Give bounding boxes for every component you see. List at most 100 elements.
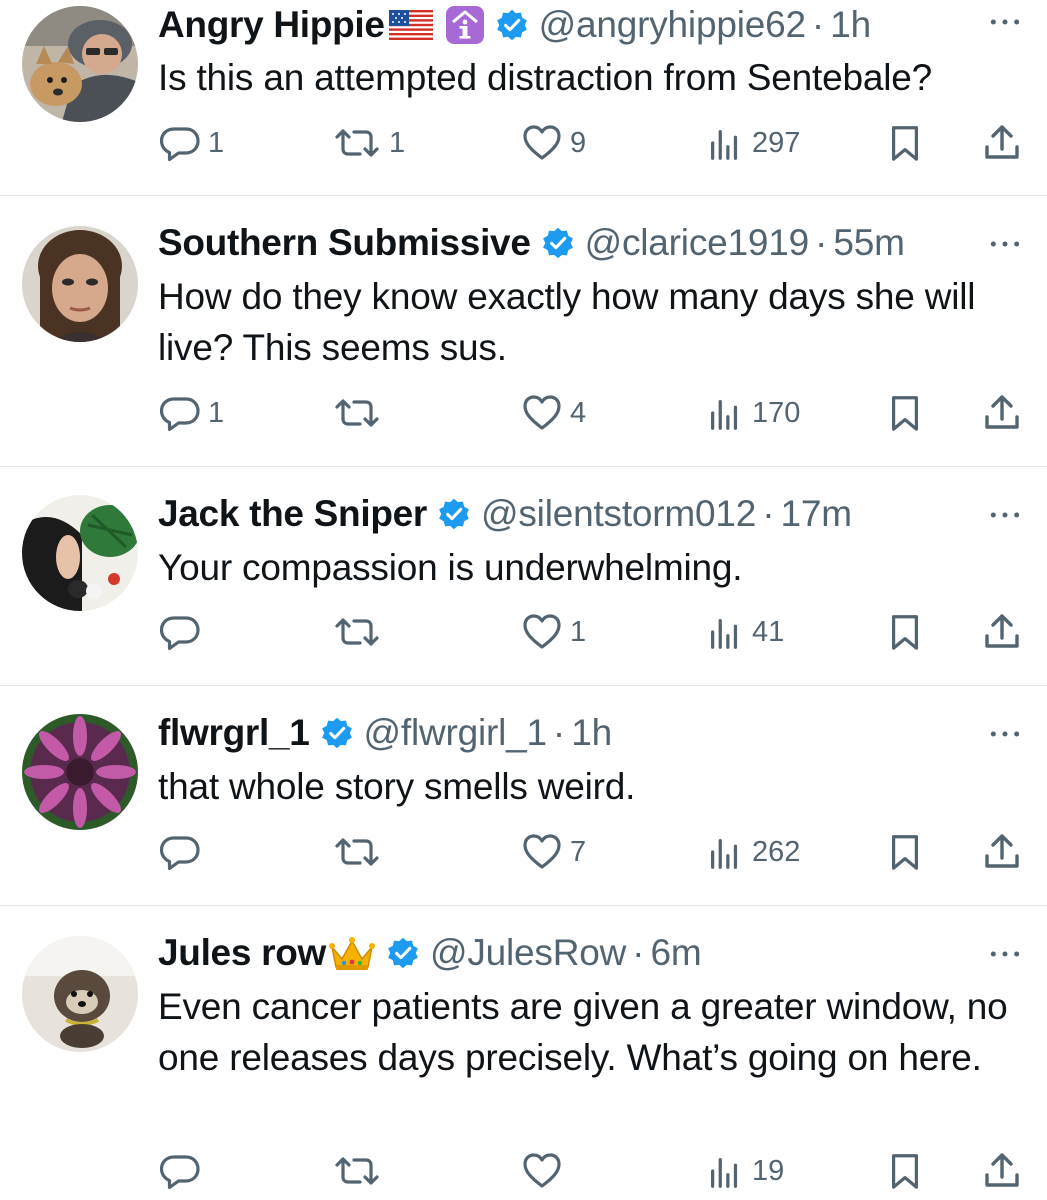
bookmark-icon [886,123,924,163]
views-icon [706,1151,744,1191]
bookmark-icon [886,393,924,433]
handle[interactable]: @clarice1919 [585,218,810,268]
heart-icon [522,612,562,652]
handle[interactable]: @silentstorm012 [481,489,756,539]
like-button[interactable]: 7 [522,827,586,877]
reply-count: 1 [208,126,225,159]
tweet[interactable]: Jules row @JulesRow · 6m Even cancer pat… [0,906,1047,1200]
retweet-button[interactable]: 1 [333,118,405,168]
views-icon [706,612,744,652]
avatar[interactable] [22,6,138,122]
views-button[interactable]: 19 [706,1146,784,1196]
views-icon [706,393,744,433]
like-button[interactable]: 1 [522,607,586,657]
views-button[interactable]: 41 [706,607,784,657]
view-count: 170 [752,396,801,429]
retweet-count: 1 [389,126,406,159]
tweet[interactable]: Jack the Sniper @silentstorm012 · 17m Yo… [0,467,1047,685]
bookmark-button[interactable] [886,118,924,168]
display-name[interactable]: Angry Hippie [158,0,385,50]
bookmark-button[interactable] [886,607,924,657]
tweet-text: Is this an attempted distraction from Se… [158,57,932,98]
share-button[interactable] [982,607,1022,657]
heart-icon [522,393,562,433]
separator: · [811,4,825,45]
like-button[interactable] [522,1146,570,1196]
timestamp[interactable]: 1h [571,708,612,758]
like-button[interactable]: 9 [522,118,586,168]
handle[interactable]: @angryhippie62 [539,0,806,50]
tweet-actions: 19 [0,1146,1047,1196]
avatar[interactable] [22,936,138,1052]
bookmark-button[interactable] [886,827,924,877]
tweet-header: Angry Hippie @angryhippie62 · 1h [158,0,871,50]
tweet[interactable]: Angry Hippie @angryhippie62 · 1h Is this… [0,0,1047,195]
share-button[interactable] [982,388,1022,438]
display-name[interactable]: Jules row [158,928,326,978]
tweet-text: Even cancer patients are given a greater… [158,986,1008,1078]
share-button[interactable] [982,1146,1022,1196]
retweet-icon [333,1151,381,1191]
views-icon [706,123,744,163]
tweet[interactable]: flwrgrl_1 @flwrgirl_1 · 1h that whole st… [0,686,1047,905]
reply-button[interactable] [160,827,208,877]
separator: · [552,712,566,753]
handle[interactable]: @JulesRow [430,928,626,978]
share-button[interactable] [982,118,1022,168]
display-name[interactable]: Southern Submissive [158,218,531,268]
tweet-actions: 1 1 9 297 [0,118,1047,168]
bookmark-icon [886,1151,924,1191]
avatar[interactable] [22,226,138,342]
view-count: 19 [752,1154,785,1187]
heart-icon [522,832,562,872]
more-icon[interactable] [985,724,1025,744]
like-button[interactable]: 4 [522,388,586,438]
more-icon[interactable] [985,944,1025,964]
timestamp[interactable]: 55m [833,218,905,268]
more-icon[interactable] [985,505,1025,525]
reply-icon [160,123,200,163]
share-icon [982,1151,1022,1191]
reply-button[interactable] [160,1146,208,1196]
share-icon [982,832,1022,872]
reply-icon [160,1151,200,1191]
retweet-button[interactable] [333,827,389,877]
reply-button[interactable] [160,607,208,657]
display-name[interactable]: flwrgrl_1 [158,708,310,758]
reply-button[interactable]: 1 [160,388,224,438]
view-count: 297 [752,126,801,159]
bookmark-button[interactable] [886,388,924,438]
reply-count: 1 [208,396,225,429]
like-count: 4 [570,396,587,429]
view-count: 262 [752,835,801,868]
like-count: 7 [570,835,587,868]
tweet-header: Jules row @JulesRow · 6m [158,928,702,978]
us-flag-emoji [388,10,433,40]
verified-badge-icon [541,226,575,260]
views-button[interactable]: 262 [706,827,800,877]
reply-button[interactable]: 1 [160,118,224,168]
handle[interactable]: @flwrgirl_1 [364,708,548,758]
views-button[interactable]: 297 [706,118,800,168]
display-name[interactable]: Jack the Sniper [158,489,427,539]
retweet-icon [333,123,381,163]
retweet-button[interactable] [333,607,389,657]
views-button[interactable]: 170 [706,388,800,438]
tweet-actions: 7 262 [0,827,1047,877]
avatar[interactable] [22,495,138,611]
retweet-button[interactable] [333,388,389,438]
crown-emoji [328,933,376,973]
more-icon[interactable] [985,234,1025,254]
tweet[interactable]: Southern Submissive @clarice1919 · 55m H… [0,196,1047,466]
tweet-header: Jack the Sniper @silentstorm012 · 17m [158,489,852,539]
share-button[interactable] [982,827,1022,877]
timestamp[interactable]: 6m [650,928,701,978]
more-icon[interactable] [985,12,1025,32]
timestamp[interactable]: 1h [830,0,871,50]
avatar[interactable] [22,714,138,830]
retweet-button[interactable] [333,1146,389,1196]
share-icon [982,393,1022,433]
timestamp[interactable]: 17m [781,489,853,539]
tweet-actions: 1 4 170 [0,388,1047,438]
bookmark-button[interactable] [886,1146,924,1196]
